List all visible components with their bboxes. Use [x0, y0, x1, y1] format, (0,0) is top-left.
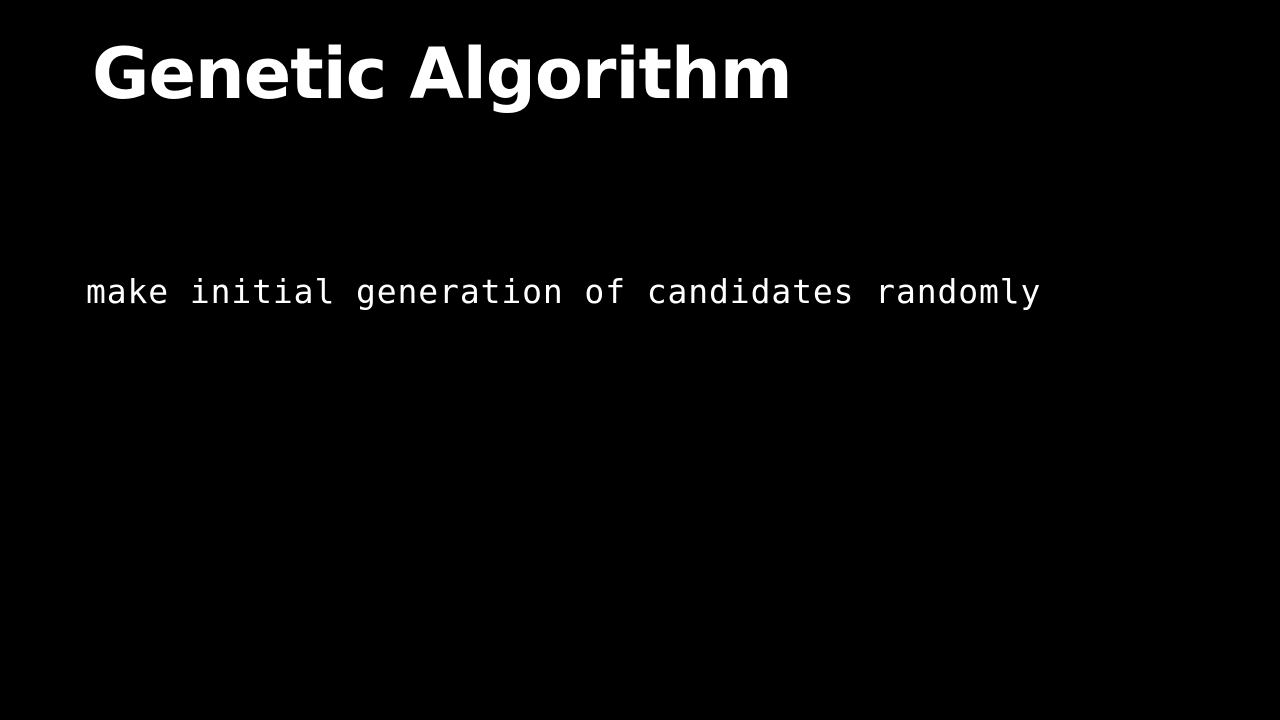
slide: Genetic Algorithm make initial generatio…	[0, 0, 1280, 720]
slide-title: Genetic Algorithm	[92, 33, 793, 115]
pseudocode-line: make initial generation of candidates ra…	[86, 272, 1042, 311]
